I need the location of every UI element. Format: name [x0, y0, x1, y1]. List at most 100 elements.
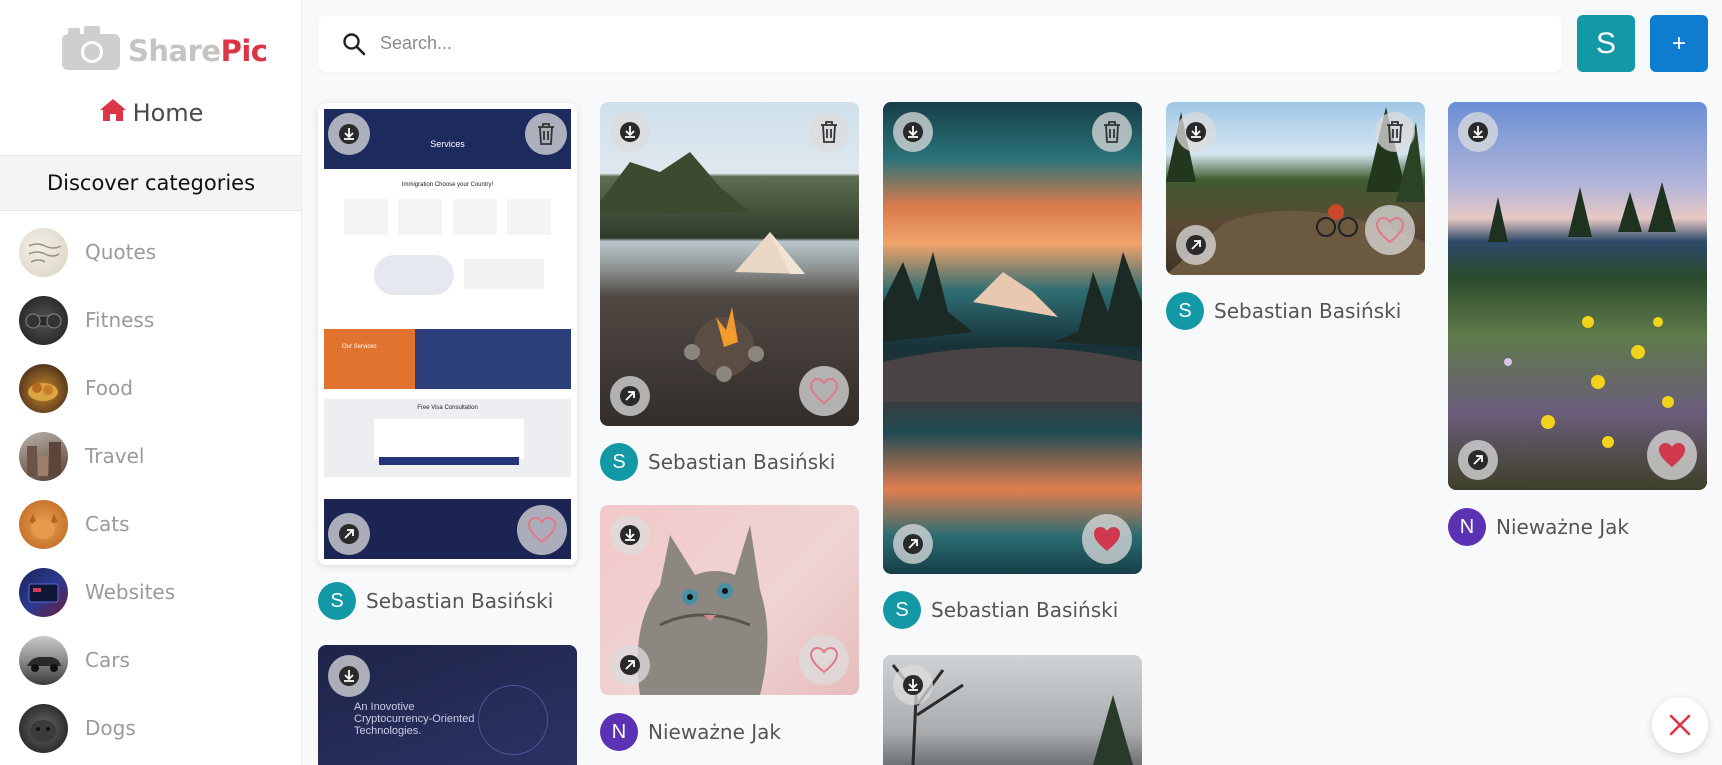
download-icon [620, 122, 640, 142]
category-label: Travel [85, 444, 145, 468]
like-button[interactable] [799, 635, 849, 685]
category-thumbnail [19, 227, 68, 277]
category-label: Fitness [85, 308, 155, 332]
open-link-button[interactable] [610, 645, 650, 685]
pin-card[interactable] [600, 102, 859, 426]
download-icon [620, 525, 640, 545]
author-avatar: N [1448, 508, 1486, 546]
pin-card[interactable]: An Inovotive Cryptocurrency-Oriented Tec… [318, 645, 577, 765]
home-link[interactable]: Home [0, 98, 301, 127]
pin-website-services-box: Our Services [342, 344, 377, 350]
search-icon [342, 32, 366, 56]
download-button[interactable] [1176, 112, 1216, 152]
close-icon [1669, 714, 1691, 736]
delete-button[interactable] [1375, 112, 1415, 152]
download-button[interactable] [893, 112, 933, 152]
search-input[interactable] [380, 33, 1480, 54]
pin-author[interactable]: N Nieważne Jak [1448, 508, 1629, 546]
pin-image: Services Immigration Choose your Country… [324, 109, 571, 559]
trash-icon [538, 123, 554, 145]
open-link-button[interactable] [893, 524, 933, 564]
home-icon [99, 98, 127, 127]
user-profile-button[interactable]: S [1577, 15, 1635, 72]
category-label: Food [85, 376, 133, 400]
category-item-quotes[interactable]: Quotes [19, 218, 175, 286]
pin-author[interactable]: S Sebastian Basiński [1166, 292, 1401, 330]
download-icon [903, 675, 923, 695]
author-avatar: S [883, 591, 921, 629]
download-button[interactable] [328, 113, 370, 155]
like-button[interactable] [1647, 430, 1697, 480]
open-link-button[interactable] [610, 376, 650, 416]
open-link-button[interactable] [328, 513, 370, 555]
pin-card[interactable] [1166, 102, 1425, 275]
heart-outline-icon [527, 516, 557, 544]
pin-card[interactable] [883, 655, 1142, 765]
pin-card[interactable] [883, 102, 1142, 574]
category-label: Websites [85, 580, 176, 604]
category-item-food[interactable]: Food [19, 354, 175, 422]
author-name: Nieważne Jak [648, 720, 782, 744]
author-name: Sebastian Basiński [648, 450, 836, 474]
download-button[interactable] [610, 112, 650, 152]
delete-button[interactable] [1092, 112, 1132, 152]
pin-website-consultation: Free Visa Consultation [417, 405, 478, 411]
category-thumbnail [19, 635, 68, 685]
heart-filled-icon [1659, 443, 1685, 467]
download-button[interactable] [893, 665, 933, 705]
heart-outline-icon [809, 377, 839, 405]
add-pin-button[interactable]: + [1650, 15, 1708, 72]
app-logo[interactable]: SharePic [62, 26, 268, 75]
download-button[interactable] [610, 515, 650, 555]
author-name: Sebastian Basiński [1214, 299, 1402, 323]
pin-author[interactable]: N Nieważne Jak [600, 713, 781, 751]
author-avatar: S [600, 443, 638, 481]
category-label: Quotes [85, 240, 157, 264]
author-name: Sebastian Basiński [931, 598, 1119, 622]
category-item-cats[interactable]: Cats [19, 490, 175, 558]
like-button[interactable] [799, 366, 849, 416]
category-thumbnail [19, 431, 68, 481]
pin-crypto-headline-2: Cryptocurrency-Oriented [354, 713, 475, 725]
download-icon [1468, 122, 1488, 142]
trash-icon [1387, 121, 1403, 143]
pin-author[interactable]: S Sebastian Basiński [600, 443, 835, 481]
category-item-fitness[interactable]: Fitness [19, 286, 175, 354]
arrow-up-right-icon [1468, 450, 1488, 470]
category-item-travel[interactable]: Travel [19, 422, 175, 490]
categories-title: Discover categories [46, 171, 256, 195]
sidebar: SharePic Home Discover categories Quotes… [0, 0, 302, 765]
arrow-up-right-icon [620, 386, 640, 406]
pin-card[interactable] [600, 505, 859, 695]
author-avatar: S [318, 582, 356, 620]
pin-card[interactable] [1448, 102, 1707, 490]
delete-button[interactable] [525, 113, 567, 155]
like-button[interactable] [517, 505, 567, 555]
download-button[interactable] [1458, 112, 1498, 152]
author-name: Nieważne Jak [1496, 515, 1630, 539]
author-avatar: S [1166, 292, 1204, 330]
pin-author[interactable]: S Sebastian Basiński [883, 591, 1118, 629]
pin-website-subheading: Immigration Choose your Country! [401, 182, 494, 188]
category-item-dogs[interactable]: Dogs [19, 694, 175, 762]
pin-author[interactable]: S Sebastian Basiński [318, 582, 553, 620]
category-item-websites[interactable]: Websites [19, 558, 175, 626]
categories-header: Discover categories [0, 155, 301, 211]
pin-crypto-headline-1: An Inovotive [354, 701, 415, 713]
heart-outline-icon [1375, 216, 1405, 244]
category-thumbnail [19, 703, 68, 753]
arrow-up-right-icon [1186, 235, 1206, 255]
pin-card[interactable]: Services Immigration Choose your Country… [318, 103, 577, 565]
open-link-button[interactable] [1176, 225, 1216, 265]
logo-pic-text: Pic [220, 33, 268, 68]
category-item-cars[interactable]: Cars [19, 626, 175, 694]
delete-button[interactable] [809, 112, 849, 152]
like-button[interactable] [1365, 205, 1415, 255]
category-label: Dogs [85, 716, 136, 740]
open-link-button[interactable] [1458, 440, 1498, 480]
download-button[interactable] [328, 655, 370, 697]
close-button[interactable] [1652, 697, 1708, 753]
category-list: Quotes Fitness Food Travel Cats Websites… [19, 218, 175, 762]
like-button[interactable] [1082, 514, 1132, 564]
arrow-up-right-icon [620, 655, 640, 675]
